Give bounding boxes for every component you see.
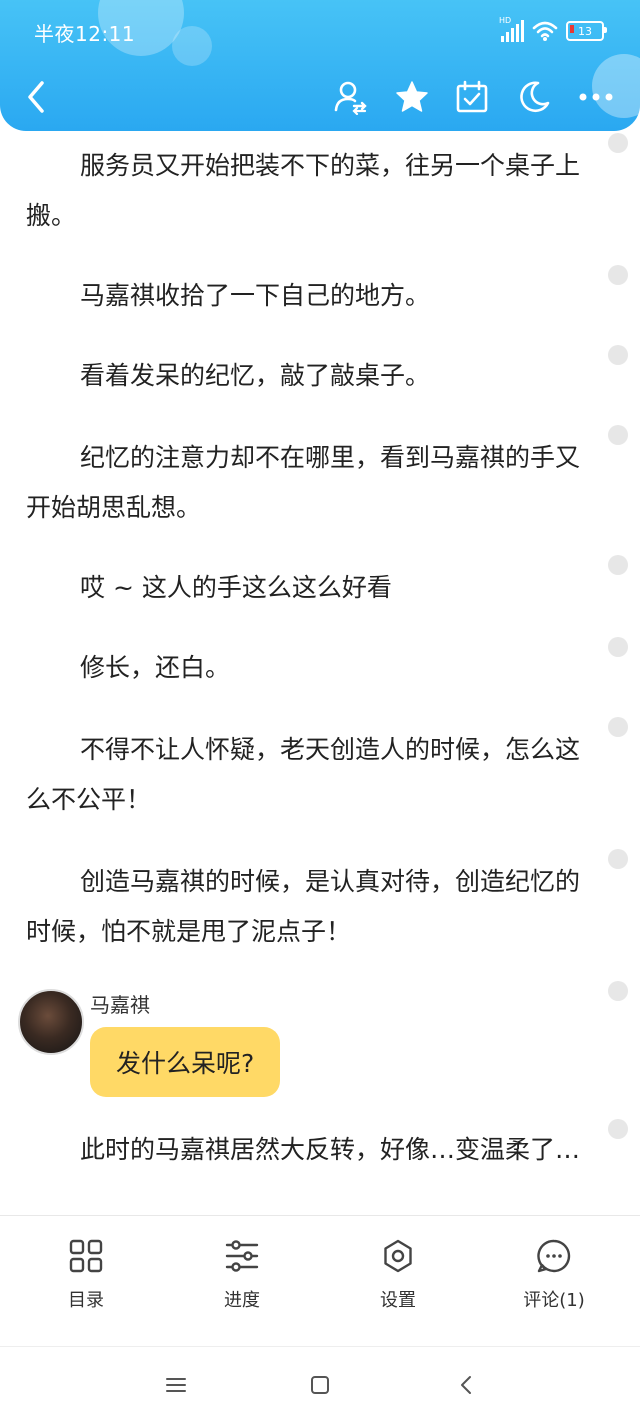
- status-time: 半夜12:11: [34, 22, 136, 46]
- paragraph: 服务员又开始把装不下的菜，往另一个桌子上搬。: [26, 151, 581, 230]
- user-switch-icon: [334, 81, 367, 115]
- decor-bubble: [172, 26, 212, 66]
- paragraph-comment-dot[interactable]: [608, 1119, 628, 1139]
- speaker-avatar[interactable]: [18, 989, 84, 1055]
- toolbar-catalog-button[interactable]: 目录: [26, 1238, 146, 1312]
- system-back-button[interactable]: [450, 1369, 482, 1401]
- paragraph: 看着发呆的纪忆，敲了敲桌子。: [80, 361, 431, 390]
- more-icon: [579, 93, 613, 101]
- paragraph: 哎 ~ 这人的手这么这么好看: [80, 573, 392, 602]
- back-arrow-icon: [461, 1376, 471, 1394]
- paragraph: 不得不让人怀疑，老天创造人的时候，怎么这么不公平！: [26, 735, 581, 814]
- paragraph: 此时的马嘉祺居然大反转，好像…变温柔了…: [80, 1135, 581, 1164]
- wifi-icon: [532, 21, 558, 41]
- gear-icon: [384, 1239, 412, 1273]
- dialogue-bubble: 发什么呆呢?: [90, 1027, 281, 1097]
- paragraph-comment-dot[interactable]: [608, 637, 628, 657]
- system-menu-button[interactable]: [160, 1369, 192, 1401]
- toolbar-comments-button[interactable]: 评论(1): [494, 1238, 614, 1312]
- signal-icon: HD: [499, 16, 524, 42]
- moon-icon: [520, 81, 550, 113]
- speaker-name: 马嘉祺: [90, 993, 150, 1017]
- toolbar-settings-label: 设置: [380, 1290, 416, 1311]
- top-bar: 半夜12:11 HD 13: [0, 0, 640, 131]
- paragraph-comment-dot[interactable]: [608, 345, 628, 365]
- reading-area[interactable]: 服务员又开始把装不下的菜，往另一个桌子上搬。 马嘉祺收拾了一下自己的地方。 看着…: [0, 131, 640, 1215]
- favorite-button[interactable]: [392, 76, 432, 118]
- network-type-label: HD: [499, 16, 512, 25]
- paragraph-comment-dot[interactable]: [608, 133, 628, 153]
- back-icon: [28, 81, 44, 113]
- paragraph-comment-dot[interactable]: [608, 981, 628, 1001]
- star-icon: [396, 81, 428, 112]
- grid-icon: [69, 1239, 103, 1273]
- home-square-icon: [311, 1376, 329, 1394]
- calendar-check-icon: [456, 80, 488, 113]
- menu-icon: [166, 1378, 186, 1392]
- reader-toolbar: 目录 进度 设置 评论(1): [0, 1215, 640, 1346]
- paragraph-comment-dot[interactable]: [608, 555, 628, 575]
- toolbar-progress-label: 进度: [224, 1290, 260, 1311]
- paragraph: 马嘉祺收拾了一下自己的地方。: [80, 281, 431, 310]
- paragraph-comment-dot[interactable]: [608, 849, 628, 869]
- system-home-button[interactable]: [304, 1369, 336, 1401]
- paragraph-comment-dot[interactable]: [608, 265, 628, 285]
- switch-user-button[interactable]: [330, 76, 370, 118]
- back-button[interactable]: [16, 76, 56, 118]
- paragraph: 修长，还白。: [80, 653, 231, 682]
- check-in-button[interactable]: [452, 76, 492, 118]
- toolbar-comments-label: 评论(1): [523, 1290, 585, 1311]
- comment-icon: [537, 1239, 571, 1273]
- battery-icon: 13: [566, 21, 607, 41]
- status-indicators: HD 13: [499, 16, 607, 44]
- paragraph-comment-dot[interactable]: [608, 425, 628, 445]
- night-mode-button[interactable]: [514, 76, 554, 118]
- toolbar-catalog-label: 目录: [68, 1290, 104, 1311]
- toolbar-settings-button[interactable]: 设置: [338, 1238, 458, 1312]
- battery-level: 13: [578, 24, 592, 38]
- system-navigation-bar: [0, 1346, 640, 1423]
- toolbar-progress-button[interactable]: 进度: [182, 1238, 302, 1312]
- sliders-icon: [225, 1240, 259, 1272]
- paragraph: 纪忆的注意力却不在哪里，看到马嘉祺的手又开始胡思乱想。: [26, 443, 581, 522]
- more-button[interactable]: [576, 76, 616, 118]
- paragraph: 创造马嘉祺的时候，是认真对待，创造纪忆的时候，怕不就是甩了泥点子！: [26, 867, 581, 946]
- paragraph-comment-dot[interactable]: [608, 717, 628, 737]
